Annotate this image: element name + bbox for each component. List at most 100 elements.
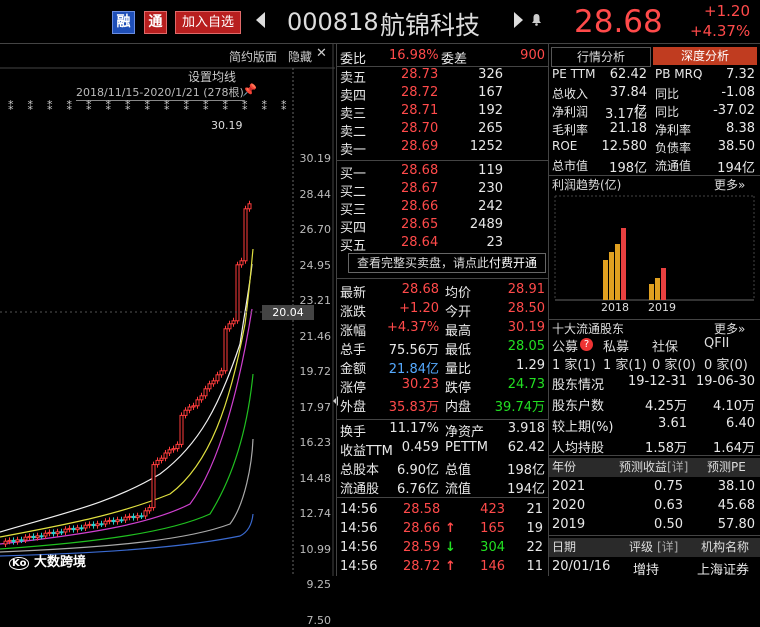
quote-label: 收益TTM <box>340 444 393 459</box>
fin-row: 净利润 3.17亿 同比 -37.02 <box>549 103 760 122</box>
ask-level[interactable]: 卖四 28.72 167 <box>337 85 548 104</box>
candle-body <box>11 539 16 543</box>
fin-row: ROE 12.580 负债率 38.50 <box>549 139 760 158</box>
paid-open-link[interactable]: 付费开通 <box>489 256 537 270</box>
candle-body <box>123 516 128 521</box>
quote-row: 总股本 6.90亿 总值 198亿 <box>337 459 548 478</box>
bid-level[interactable]: 买五 28.64 23 <box>337 235 548 254</box>
tick-row[interactable]: 14:56 28.59 ↓ 304 22 <box>337 540 548 559</box>
price-axis-tick: 26.70 <box>299 223 332 236</box>
bid-level[interactable]: 买四 28.65 2489 <box>337 217 548 236</box>
ma-settings-button[interactable]: 设置均线 <box>188 68 236 85</box>
holder-counts-row: 1 家(1) 1 家(1) 0 家(0) 0 家(0) <box>549 354 760 373</box>
ask-level[interactable]: 卖五 28.73 326 <box>337 67 548 86</box>
holder-stat-value: 1.58万 <box>645 441 687 456</box>
candle-body <box>87 523 92 526</box>
prev-stock-icon[interactable] <box>256 12 265 28</box>
rating-org: 上海证券 <box>697 563 750 578</box>
tick-row[interactable]: 14:56 28.66 ↑ 165 19 <box>337 521 548 540</box>
candle-body <box>159 457 164 461</box>
profit-bar <box>621 228 626 300</box>
help-icon[interactable]: ? <box>580 338 593 351</box>
close-icon[interactable]: ✕ <box>316 46 327 61</box>
margin-trading-badge[interactable]: 融 <box>112 11 135 34</box>
tab-deep-analysis[interactable]: 深度分析 <box>653 47 757 65</box>
rating-col-grade: 评级 <box>629 540 654 554</box>
quote-row: 最新 28.68 均价 28.91 <box>337 282 548 301</box>
connect-badge[interactable]: 通 <box>144 11 167 34</box>
holders-title: 十大流通股东 <box>552 322 625 336</box>
fin-value: 62.42 <box>609 67 647 82</box>
ask-level[interactable]: 卖二 28.70 265 <box>337 121 548 140</box>
candle-body <box>59 531 64 534</box>
profit-bar <box>655 278 660 300</box>
ask-price: 28.69 <box>401 139 439 154</box>
rating-detail-link[interactable]: [详] <box>657 538 678 555</box>
tick-count: 19 <box>526 521 543 536</box>
ask-level[interactable]: 卖一 28.69 1252 <box>337 139 548 158</box>
add-favorite-button[interactable]: 加入自选 <box>175 11 241 34</box>
bid-level[interactable]: 买三 28.66 242 <box>337 199 548 218</box>
price-axis-tick: 21.46 <box>299 329 332 343</box>
quote-label: 流通股 <box>340 482 380 497</box>
holder-type-private: 私募 <box>603 340 630 355</box>
price-axis-tick: 30.19 <box>299 152 332 165</box>
holder-type-social: 社保 <box>652 340 679 355</box>
forecast-eps: 0.75 <box>654 479 683 494</box>
fin-label: 负债率 <box>655 141 692 155</box>
bid-level[interactable]: 买二 28.67 230 <box>337 181 548 200</box>
tick-row[interactable]: 14:56 28.58 423 21 <box>337 502 548 521</box>
tab-market-analysis[interactable]: 行情分析 <box>551 47 651 67</box>
quote-label: 内盘 <box>445 400 472 415</box>
bell-icon[interactable] <box>531 13 542 26</box>
simple-layout-button[interactable]: 简约版面 <box>229 48 277 65</box>
quote-label: PETTM <box>445 440 488 455</box>
holder-stat-label: 股东户数 <box>552 399 605 414</box>
quote-label: 总手 <box>340 343 367 358</box>
quote-value: 198亿 <box>507 463 545 478</box>
tick-count: 11 <box>526 559 543 574</box>
tick-row[interactable]: 14:56 28.72 ↑ 146 11 <box>337 559 548 578</box>
forecast-eps: 0.50 <box>654 517 683 532</box>
kline-chart-panel[interactable]: 简约版面 隐藏 ✕ 设置均线 2018/11/15-2020/1/21 (278… <box>0 44 338 627</box>
candle-body <box>203 388 208 397</box>
profit-more-link[interactable]: 更多» <box>714 176 745 193</box>
forecast-row: 2019 0.50 57.80 <box>549 517 760 536</box>
bid-volume: 23 <box>486 235 503 250</box>
next-stock-icon[interactable] <box>514 12 523 28</box>
quote-value: 6.76亿 <box>397 482 439 497</box>
forecast-detail-link[interactable]: [详] <box>667 458 688 475</box>
rating-col-date: 日期 <box>552 540 577 554</box>
forecast-pe: 38.10 <box>717 479 755 494</box>
candle-body <box>107 519 112 522</box>
fin-row: 毛利率 21.18 净利率 8.38 <box>549 121 760 140</box>
holder-count: 0 家(0) <box>652 358 696 373</box>
candle-body <box>39 535 44 538</box>
full-orderbook-link[interactable]: 查看完整买卖盘，请点此付费开通 <box>348 253 546 273</box>
quote-label: 均价 <box>445 286 472 301</box>
bid-level[interactable]: 买一 28.68 119 <box>337 163 548 182</box>
forecast-header: 年份 预测收益 [详] 预测PE <box>549 458 760 477</box>
candle-body <box>67 527 72 530</box>
quote-label: 最低 <box>445 343 472 358</box>
candle-body <box>211 380 216 385</box>
event-markers-row[interactable]: ⁑⁑⁑⁑⁑⁑⁑⁑⁑⁑⁑⁑⁑⁑⁑ <box>8 100 301 113</box>
ask-level[interactable]: 卖三 28.71 192 <box>337 103 548 122</box>
candle-body <box>147 507 152 512</box>
holder-count: 1 家(1) <box>552 358 596 373</box>
quote-label: 外盘 <box>340 400 367 415</box>
fin-value: 12.580 <box>601 139 648 154</box>
ask-label: 卖五 <box>340 71 367 86</box>
bid-volume: 242 <box>478 199 503 214</box>
fin-label: 总收入 <box>552 87 589 101</box>
price-change-percent: +4.37% <box>690 22 751 40</box>
candle-body <box>55 531 60 535</box>
holders-more-link[interactable]: 更多» <box>714 320 745 337</box>
forecast-col-pe: 预测PE <box>707 460 746 474</box>
hide-button[interactable]: 隐藏 <box>288 48 312 65</box>
fin-value: 194亿 <box>717 161 755 176</box>
pin-icon[interactable]: 📌 <box>242 83 257 97</box>
candle-body <box>115 519 120 523</box>
tick-volume: 146 <box>480 559 505 574</box>
forecast-col-year: 年份 <box>552 460 577 474</box>
